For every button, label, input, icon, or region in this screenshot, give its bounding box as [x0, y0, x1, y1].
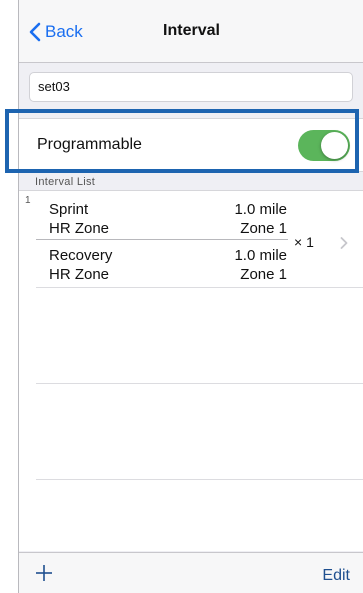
navigation-bar: Back Interval	[19, 0, 363, 63]
plus-icon[interactable]	[35, 564, 53, 582]
page-title: Interval	[163, 22, 220, 39]
programmable-row: Programmable	[19, 118, 363, 172]
interval-list-header: Interval List	[35, 176, 96, 186]
row-separator	[36, 383, 363, 384]
segment-type: Recovery	[49, 247, 113, 264]
toggle-knob	[321, 132, 348, 159]
programmable-toggle[interactable]	[298, 130, 350, 161]
programmable-label: Programmable	[37, 136, 142, 153]
segment-distance: 1.0 mile	[234, 247, 287, 264]
interval-list: 1 Sprint 1.0 mile HR Zone Zone 1 Recover…	[19, 190, 363, 551]
interval-index: 1	[25, 195, 31, 206]
chevron-right-icon	[340, 237, 348, 249]
segment-zone-label: HR Zone	[49, 220, 110, 237]
interval-item[interactable]: 1 Sprint 1.0 mile HR Zone Zone 1 Recover…	[19, 191, 363, 291]
edit-button[interactable]: Edit	[322, 567, 350, 585]
segment-distance: 1.0 mile	[234, 201, 287, 218]
segment-type: Sprint	[49, 201, 89, 218]
segment-zone-value: Zone 1	[240, 220, 287, 237]
row-separator	[36, 287, 363, 288]
bottom-toolbar: Edit	[19, 552, 363, 593]
row-separator	[36, 479, 363, 480]
app-screen: Back Interval set03 Programmable Interva…	[18, 0, 363, 593]
interval-name-input[interactable]: set03	[29, 72, 353, 102]
repeat-count: × 1	[294, 234, 314, 250]
segment-zone-label: HR Zone	[49, 266, 110, 283]
segment-divider	[36, 239, 288, 240]
segment-zone-value: Zone 1	[240, 266, 287, 283]
